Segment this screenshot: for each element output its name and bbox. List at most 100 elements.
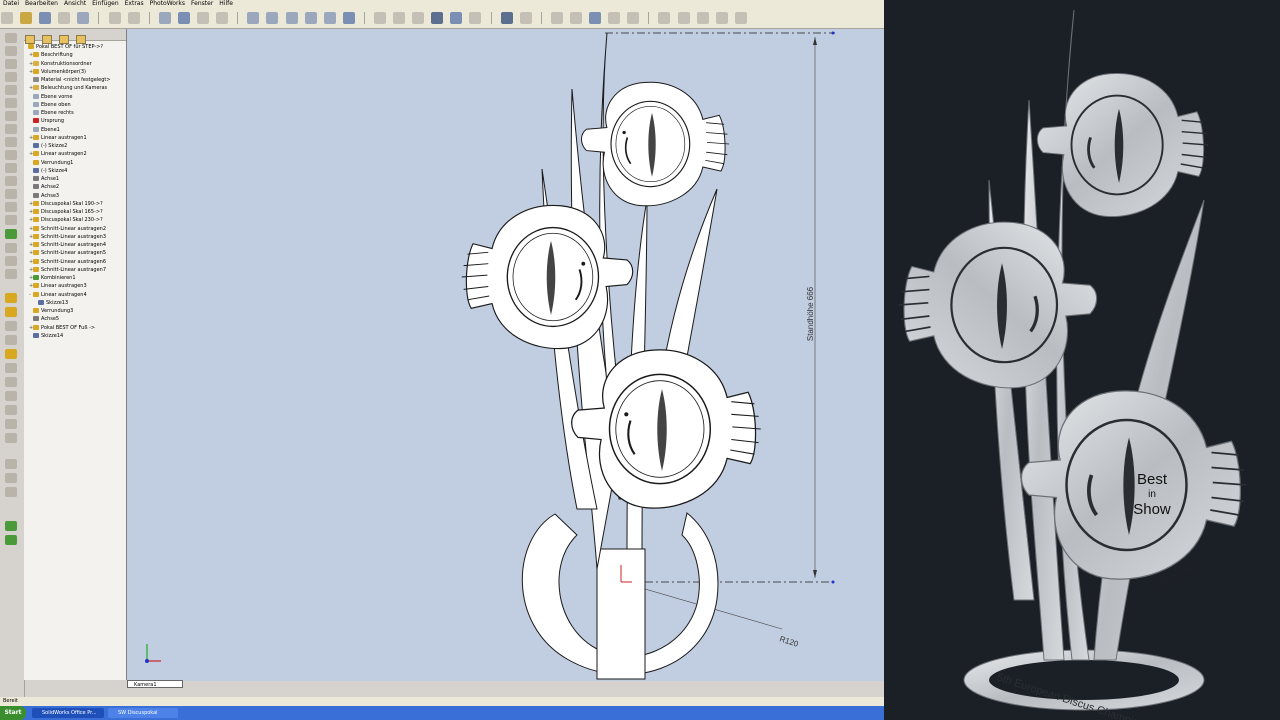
line-tool-icon[interactable] [5,321,17,331]
menu-item-datei[interactable]: Datei [0,0,22,8]
tree-item[interactable]: + Beschriftung [24,51,126,59]
window-tile-icon[interactable] [550,12,563,24]
tree-item[interactable]: Ebene oben [24,101,126,109]
graphics-area[interactable]: Standhöhe 666 R120 [127,29,884,681]
tree-item[interactable]: + Kombinieren1 [24,274,126,282]
view-orientation-icon[interactable] [342,12,355,24]
tree-item[interactable]: + Schnitt-Linear austragen7 [24,266,126,274]
camera-tab[interactable]: Kamera1 [127,680,183,688]
extrude-boss-icon[interactable] [5,33,17,43]
tree-item[interactable]: + Discuspokal Skal 230->? [24,216,126,224]
zoom-fit-icon[interactable] [247,12,260,24]
menu-item-extras[interactable]: Extras [122,0,147,8]
rotate-view-icon[interactable] [304,12,317,24]
curve-through-points-icon[interactable] [5,535,17,545]
height-dimension-label[interactable]: Standhöhe 666 [806,286,815,341]
reference-geometry-icon[interactable] [5,229,17,239]
zoom-in-out-icon[interactable] [285,12,298,24]
tree-item[interactable]: Pokal BEST OF für STEP->? [24,43,126,51]
tree-item[interactable]: Achse3 [24,192,126,200]
menu-item-photoworks[interactable]: PhotoWorks [147,0,188,8]
print-icon[interactable] [58,12,71,24]
construction-icon[interactable] [5,473,17,483]
tree-item[interactable]: + Beleuchtung und Kameras [24,84,126,92]
window-arrange-icon[interactable] [608,12,621,24]
sketch-tool-icon[interactable] [5,293,17,303]
tree-item[interactable]: (-) Skizze4 [24,167,126,175]
rebuild-icon[interactable] [177,12,190,24]
tree-item[interactable]: + Linear austragen1 [24,134,126,142]
curves-icon[interactable] [5,269,17,279]
loft-cut-icon[interactable] [5,124,17,134]
tree-item[interactable]: + Schnitt-Linear austragen2 [24,225,126,233]
redo-icon[interactable] [127,12,140,24]
realview-icon[interactable] [519,12,532,24]
extrude-cut-icon[interactable] [5,85,17,95]
tree-item[interactable]: Material <nicht festgelegt> [24,76,126,84]
toolbar-misc-icon[interactable] [734,12,747,24]
tree-item[interactable]: Ebene1 [24,126,126,134]
fillet-icon[interactable] [5,137,17,147]
menu-item-hilfe[interactable]: Hilfe [216,0,236,8]
tree-item[interactable]: Ebene vorne [24,93,126,101]
shell-icon[interactable] [5,176,17,186]
tree-item[interactable]: Verrundung3 [24,307,126,315]
menu-item-ansicht[interactable]: Ansicht [61,0,89,8]
convert-entities-icon[interactable] [5,487,17,497]
section-view-icon[interactable] [469,12,482,24]
arc-tool-icon[interactable] [5,363,17,373]
mirror-entities-icon[interactable] [5,433,17,443]
spline-tool-icon[interactable] [5,377,17,387]
hole-icon[interactable] [5,202,17,212]
menu-item-fenster[interactable]: Fenster [188,0,216,8]
toolbar-misc-icon[interactable] [696,12,709,24]
sweep-icon[interactable] [5,59,17,69]
appearance-icon[interactable] [500,12,513,24]
offset-tool-icon[interactable] [5,419,17,429]
shaded-icon[interactable] [450,12,463,24]
start-button[interactable]: Start [0,706,26,720]
window-cascade-icon[interactable] [570,12,582,24]
mirror-icon[interactable] [5,256,17,266]
dome-icon[interactable] [5,215,17,225]
draft-icon[interactable] [5,189,17,199]
tree-item[interactable]: + Volumenkörper(3) [24,68,126,76]
select-icon[interactable] [158,12,171,24]
save-icon[interactable] [39,12,52,24]
tree-item[interactable]: + Discuspokal Skal 165->? [24,208,126,216]
radius-dimension-label[interactable]: R120 [778,634,799,649]
point-tool-icon[interactable] [5,391,17,401]
toolbar-misc-icon[interactable] [715,12,728,24]
shaded-edges-icon[interactable] [431,12,444,24]
hidden-lines-icon[interactable] [393,12,406,24]
pan-icon[interactable] [323,12,336,24]
rectangle-tool-icon[interactable] [5,335,17,345]
taskbar-item-solidworks[interactable]: SolidWorks Office Pr... [32,708,104,718]
tree-item[interactable]: (-) Skizze2 [24,142,126,150]
tree-item[interactable]: + Schnitt-Linear austragen6 [24,258,126,266]
tree-item[interactable]: + Schnitt-Linear austragen3 [24,233,126,241]
tree-item[interactable]: Verrundung1 [24,159,126,167]
smart-dimension-icon[interactable] [5,307,17,317]
tree-item[interactable]: - Linear austragen4 [24,291,126,299]
revolve-cut-icon[interactable] [5,98,17,108]
toolbar-misc-icon[interactable] [677,12,690,24]
tree-item[interactable]: + Discuspokal Skal 190->? [24,200,126,208]
pattern-icon[interactable] [5,243,17,253]
open-file-icon[interactable] [20,12,33,24]
relations-icon[interactable] [5,459,17,469]
circle-tool-icon[interactable] [5,349,17,359]
options-icon[interactable] [197,12,210,24]
tree-item[interactable]: Achse2 [24,183,126,191]
zoom-area-icon[interactable] [266,12,279,24]
chamfer-icon[interactable] [5,150,17,160]
revolve-icon[interactable] [5,46,17,56]
undo-icon[interactable] [108,12,121,24]
tree-item[interactable]: + Linear austragen3 [24,282,126,290]
help-icon[interactable] [216,12,229,24]
window-close-icon[interactable] [627,12,640,24]
tree-item[interactable]: Ebene rechts [24,109,126,117]
smart-mates-icon[interactable] [5,521,17,531]
tree-item[interactable]: + Pokal BEST OF Fuß -> [24,324,126,332]
tree-item[interactable]: Skizze14 [24,332,126,340]
